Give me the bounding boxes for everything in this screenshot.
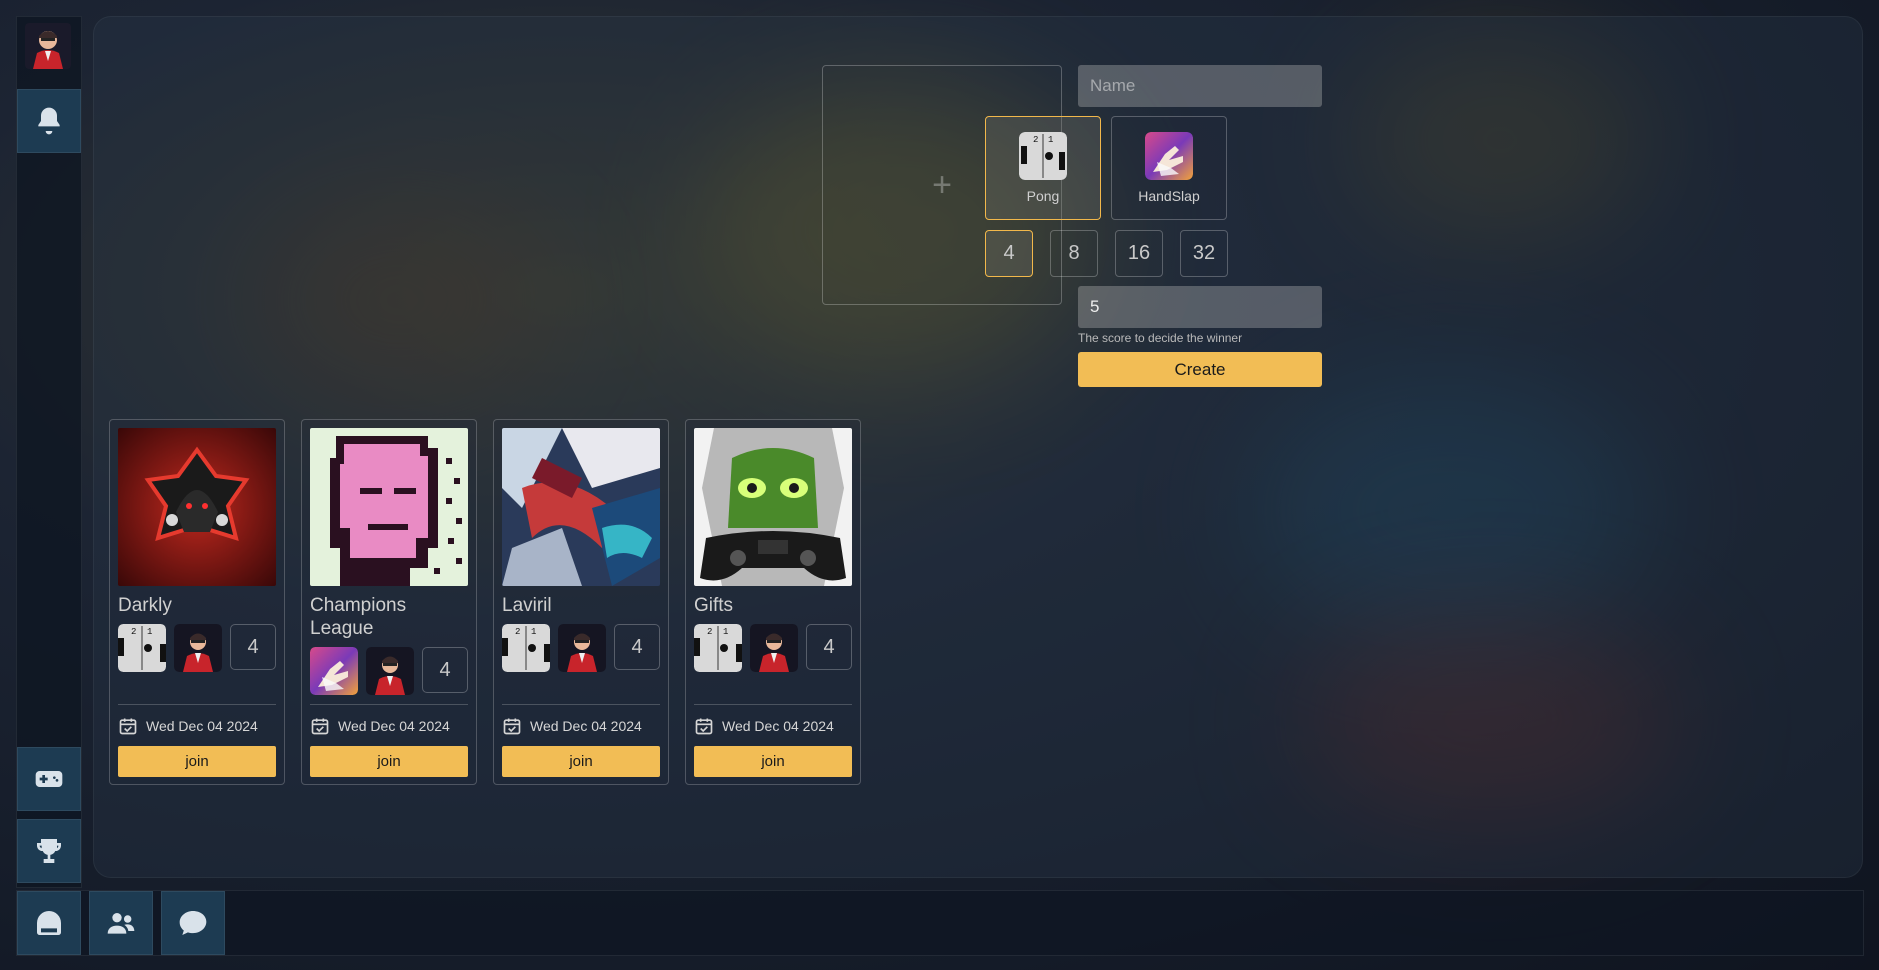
svg-text:1: 1 [531, 627, 536, 637]
game-option-label: Pong [1026, 188, 1060, 204]
game-option-pong[interactable]: 2 1 Pong [985, 116, 1101, 220]
card-divider [502, 704, 660, 705]
tournament-thumbnail [502, 428, 660, 586]
bell-icon [38, 107, 60, 135]
svg-text:2: 2 [707, 627, 712, 637]
calendar-icon [311, 718, 329, 735]
create-button[interactable]: Create [1078, 352, 1322, 387]
tournament-name-input[interactable] [1078, 65, 1322, 107]
tournament-meta: 4 [310, 647, 468, 695]
join-button[interactable]: join [694, 746, 852, 777]
games-button[interactable] [17, 747, 81, 811]
friends-button[interactable] [89, 891, 153, 955]
svg-text:2: 2 [131, 627, 136, 637]
game-option-handslap[interactable]: HandSlap [1111, 116, 1227, 220]
tournament-meta: 21 4 [694, 624, 852, 672]
creator-avatar [558, 624, 606, 672]
tournament-date: Wed Dec 04 2024 [118, 716, 258, 736]
home-icon [37, 911, 61, 935]
tournament-date: Wed Dec 04 2024 [502, 716, 642, 736]
tournament-date: Wed Dec 04 2024 [694, 716, 834, 736]
player-count-option[interactable]: 16 [1115, 230, 1163, 277]
chat-button[interactable] [161, 891, 225, 955]
svg-text:1: 1 [147, 627, 152, 637]
player-count: 4 [230, 624, 276, 670]
svg-text:2: 2 [1033, 135, 1038, 145]
player-count-option[interactable]: 4 [985, 230, 1033, 277]
pong-icon: 21 [694, 624, 742, 672]
date-text: Wed Dec 04 2024 [146, 718, 258, 734]
creator-avatar [174, 624, 222, 672]
pong-icon: 21 [118, 624, 166, 672]
join-button[interactable]: join [118, 746, 276, 777]
user-avatar[interactable] [25, 23, 71, 69]
calendar-icon [503, 718, 521, 735]
card-divider [310, 704, 468, 705]
tournament-title: Champions League [310, 595, 407, 639]
calendar-icon [695, 718, 713, 735]
tournament-thumbnail [310, 428, 468, 586]
tournament-title: Gifts [694, 595, 734, 616]
home-button[interactable] [17, 891, 81, 955]
join-button[interactable]: join [310, 746, 468, 777]
plus-icon: + [932, 165, 952, 204]
tournament-date: Wed Dec 04 2024 [310, 716, 450, 736]
player-count-option[interactable]: 32 [1180, 230, 1228, 277]
tournament-card: Darkly 21 4 Wed Dec 04 2024 join [109, 419, 285, 785]
score-hint: The score to decide the winner [1078, 331, 1243, 345]
handslap-icon [1145, 132, 1193, 180]
tournament-thumbnail [118, 428, 276, 586]
tournament-card: Laviril 21 4 Wed Dec 04 2024 join [493, 419, 669, 785]
tournament-card: Champions League 4 Wed Dec 04 2024 join [301, 419, 477, 785]
pong-icon: 21 [502, 624, 550, 672]
tournaments-button[interactable] [17, 819, 81, 883]
tournament-thumbnail [694, 428, 852, 586]
player-count: 4 [422, 647, 468, 693]
left-sidebar [16, 16, 82, 888]
bottom-nav-bar [16, 890, 1864, 956]
gamepad-icon [35, 771, 63, 787]
notifications-button[interactable] [17, 89, 81, 153]
date-text: Wed Dec 04 2024 [338, 718, 450, 734]
game-option-label: HandSlap [1138, 188, 1200, 204]
creator-avatar [366, 647, 414, 695]
card-divider [694, 704, 852, 705]
pong-icon: 2 1 [1019, 132, 1067, 180]
trophy-icon [37, 839, 61, 863]
svg-text:1: 1 [723, 627, 728, 637]
player-count: 4 [806, 624, 852, 670]
calendar-icon [119, 718, 137, 735]
winning-score-input[interactable] [1078, 286, 1322, 328]
date-text: Wed Dec 04 2024 [722, 718, 834, 734]
svg-text:1: 1 [1048, 135, 1053, 145]
chat-icon [179, 911, 207, 935]
handslap-icon [310, 647, 358, 695]
creator-avatar [750, 624, 798, 672]
player-count: 4 [614, 624, 660, 670]
svg-text:2: 2 [515, 627, 520, 637]
card-divider [118, 704, 276, 705]
tournament-title: Laviril [502, 595, 552, 616]
player-count-option[interactable]: 8 [1050, 230, 1098, 277]
tournament-card: Gifts 21 4 Wed Dec 04 2024 join [685, 419, 861, 785]
join-button[interactable]: join [502, 746, 660, 777]
date-text: Wed Dec 04 2024 [530, 718, 642, 734]
tournament-meta: 21 4 [118, 624, 276, 672]
tournament-title: Darkly [118, 595, 172, 616]
tournament-meta: 21 4 [502, 624, 660, 672]
main-panel: + 2 1 Pong HandSlap 4 [93, 16, 1863, 878]
friends-icon [107, 913, 135, 934]
